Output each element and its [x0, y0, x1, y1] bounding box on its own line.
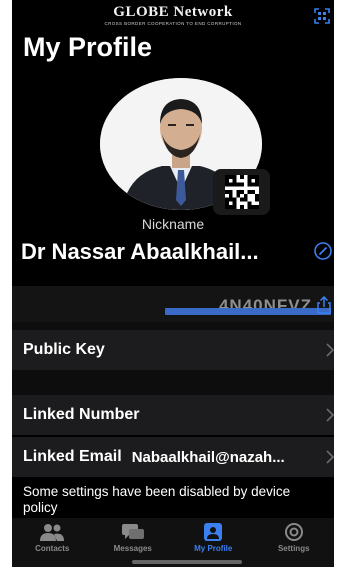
profile-screen: GLOBE Network CROSS BORDER COOPERATION T…: [12, 0, 334, 567]
qr-code-button[interactable]: [213, 169, 270, 215]
tab-messages[interactable]: Messages: [98, 522, 168, 553]
tab-my-profile[interactable]: My Profile: [178, 522, 248, 553]
section-divider: [12, 322, 334, 330]
chevron-right-icon: [326, 343, 334, 357]
public-key-label: Public Key: [23, 341, 105, 358]
linked-email-item[interactable]: Linked Email Nabaalkhail@nazah...: [12, 437, 334, 477]
linked-email-value: Nabaalkhail@nazah...: [131, 448, 285, 466]
nickname-caption: Nickname: [141, 216, 205, 232]
edit-icon[interactable]: [312, 240, 334, 262]
profile-icon: [204, 523, 223, 541]
scan-qr-icon[interactable]: [314, 8, 330, 24]
messages-icon: [121, 524, 144, 539]
brand-logo: GLOBE Network CROSS BORDER COOPERATION T…: [12, 4, 334, 26]
tab-label: Messages: [113, 544, 152, 553]
section-divider: [12, 370, 334, 395]
public-key-row: 4N40NFVZ: [12, 286, 334, 322]
chevron-right-icon: [326, 408, 334, 422]
tab-label: Contacts: [35, 544, 70, 553]
qr-code-icon: [224, 175, 259, 209]
share-icon[interactable]: [316, 296, 332, 314]
public-key-item[interactable]: Public Key: [12, 330, 334, 370]
linked-number-label: Linked Number: [23, 406, 140, 423]
tab-label: My Profile: [194, 544, 233, 553]
redaction-bar: [165, 308, 331, 315]
home-indicator: [132, 560, 242, 564]
linked-email-label: Linked Email: [23, 448, 122, 465]
contacts-icon: [40, 524, 65, 541]
brand-title: GLOBE Network: [113, 4, 233, 20]
tab-settings[interactable]: Settings: [259, 522, 329, 553]
tab-label: Settings: [277, 544, 310, 553]
settings-icon: [284, 523, 303, 541]
policy-notice: Some settings have been disabled by devi…: [23, 484, 291, 515]
nickname-value: Dr Nassar Abaalkhail...: [21, 239, 259, 264]
tab-contacts[interactable]: Contacts: [17, 522, 87, 553]
page-title: My Profile: [23, 32, 153, 62]
linked-number-item[interactable]: Linked Number: [12, 395, 334, 435]
brand-subtitle: CROSS BORDER COOPERATION TO END CORRUPTI…: [104, 21, 242, 26]
chevron-right-icon: [326, 450, 334, 464]
